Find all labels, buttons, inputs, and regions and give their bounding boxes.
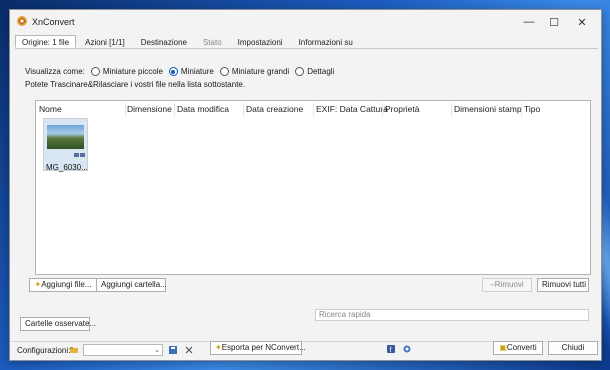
tab-impostazioni[interactable]: Impostazioni [231, 35, 290, 48]
column-header-print-size[interactable]: Dimensioni stamp [454, 104, 522, 114]
configurations-label: Configurazioni: [17, 346, 71, 355]
watched-folders-button[interactable]: Cartelle osservate... [20, 317, 96, 331]
title-bar[interactable]: XnConvert — ☐ ✕ [10, 10, 601, 34]
tab-origine[interactable]: Origine: 1 file [15, 35, 77, 48]
tab-stato[interactable]: Stato [196, 35, 229, 48]
column-header-modified[interactable]: Data modifica [177, 104, 229, 114]
quick-search-input[interactable]: Ricerca rapida [315, 309, 589, 321]
thumbnail-image [47, 125, 84, 149]
convert-button[interactable]: ▣Converti [493, 341, 543, 355]
configurations-dropdown[interactable]: ⌄ [83, 344, 163, 356]
file-thumbnail-item[interactable]: MG_6030... [43, 118, 88, 172]
column-separator [451, 103, 452, 116]
tab-informazioni[interactable]: Informazioni su [292, 35, 360, 48]
column-separator [174, 103, 175, 116]
remove-button[interactable]: –Rimuovi [482, 278, 532, 292]
tab-destinazione[interactable]: Destinazione [134, 35, 194, 48]
drag-drop-hint: Potete Trascinare&Rilasciare i vostri fi… [25, 80, 246, 89]
xnconvert-window: XnConvert — ☐ ✕ Origine: 1 file Azioni [… [9, 9, 602, 361]
xnconvert-logo-icon [17, 16, 27, 26]
radio-small-thumbs-label: Miniature piccole [102, 67, 163, 76]
save-icon[interactable] [169, 346, 177, 354]
close-icon[interactable]: ✕ [573, 14, 591, 30]
radio-large-thumbs-label: Miniature grandi [231, 67, 290, 76]
convert-label: Converti [506, 343, 537, 352]
svg-text:f: f [390, 347, 392, 353]
column-separator [313, 103, 314, 116]
column-separator [125, 103, 126, 116]
radio-thumbs[interactable] [168, 67, 178, 76]
folder-open-icon[interactable] [70, 346, 78, 354]
share-icon[interactable] [403, 345, 411, 353]
column-header-properties[interactable]: Proprietà [385, 104, 420, 114]
remove-all-button[interactable]: Rimuovi tutti [537, 278, 589, 292]
tab-azioni[interactable]: Azioni [1/1] [78, 35, 132, 48]
view-mode-row: Visualizza come: Miniature piccole Minia… [25, 67, 334, 76]
tab-bar: Origine: 1 file Azioni [1/1] Destinazion… [15, 35, 362, 48]
chevron-down-icon: ⌄ [154, 347, 160, 354]
view-mode-label: Visualizza come: [25, 67, 85, 76]
column-header-size[interactable]: Dimensione [127, 104, 172, 114]
column-header-created[interactable]: Data creazione [246, 104, 303, 114]
add-folder-button[interactable]: Aggiungi cartella... [96, 278, 167, 292]
export-icon: ✦ [215, 343, 222, 352]
window-title: XnConvert [32, 17, 75, 27]
add-files-button[interactable]: ✦Aggiungi file... [29, 278, 97, 292]
radio-details[interactable] [295, 67, 305, 76]
column-header-type[interactable]: Tipo [524, 104, 540, 114]
radio-details-label: Dettagli [307, 67, 335, 76]
radio-thumbs-label: Miniature [180, 67, 214, 76]
export-nconvert-button[interactable]: ✦Esporta per NConvert... [210, 341, 306, 355]
remove-label: Rimuovi [494, 280, 524, 289]
column-separator [382, 103, 383, 116]
convert-icon: ▣ [499, 343, 507, 352]
column-separator [521, 103, 522, 116]
thumbnail-filename: MG_6030... [46, 163, 88, 172]
minimize-icon[interactable]: — [520, 14, 538, 30]
facebook-icon[interactable]: f [387, 345, 395, 353]
column-header-exif-date[interactable]: EXIF: Data Cattura [316, 104, 388, 114]
add-files-label: Aggiungi file... [41, 280, 92, 289]
thumbnail-badge-icon [74, 153, 79, 157]
file-list[interactable]: Nome Dimensione Data modifica Data creaz… [35, 100, 591, 275]
radio-large-thumbs[interactable] [219, 67, 229, 76]
close-button[interactable]: Chiudi [548, 341, 598, 355]
column-separator [243, 103, 244, 116]
maximize-icon[interactable]: ☐ [545, 14, 563, 30]
thumbnail-badge-icon [80, 153, 85, 157]
radio-small-thumbs[interactable] [90, 67, 100, 76]
column-header-name[interactable]: Nome [39, 104, 62, 114]
delete-config-icon[interactable] [185, 346, 193, 354]
export-label: Esporta per NConvert... [221, 343, 306, 352]
